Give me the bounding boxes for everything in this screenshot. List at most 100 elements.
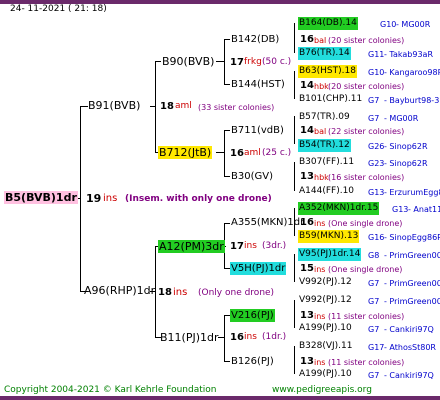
gen4-line: G8 [368,251,380,260]
gen2-a-num: 17 [230,57,244,68]
gen3-a-name[interactable]: B142(DB) [231,33,279,46]
inst-num: 19 [86,192,102,205]
line-gen3-a [224,39,225,85]
gen4-name[interactable]: B54(TR).12 [298,139,351,152]
line-to-b126 [224,361,230,362]
line-to-b711 [224,130,230,131]
gen4-origin: - ErzurumEgg8 [384,188,440,197]
line-sire-link [80,106,88,107]
gen4-line: G7 [368,325,380,334]
footer-url[interactable]: www.pedigreeapis.org [272,384,372,397]
footer-copyright: Copyright 2004-2021 © Karl Kehrle Founda… [4,385,217,395]
dam-info: (Only one drone) [198,288,275,298]
gen4-origin: - MG00R [396,20,431,29]
gen4-name[interactable]: V992(PJ).12 [298,276,353,289]
gen3-d-code: hbk [314,173,329,182]
gen4-line: G7 [368,279,380,288]
gen2-a-code: frkg [244,57,262,67]
gen4-name[interactable]: A144(FF).10 [298,185,355,198]
gen4-line: G7 [368,114,380,123]
gen4-line: G10 [368,68,385,77]
gen4-origin: - Takab93aR [384,50,434,59]
gen4-name[interactable]: B164(DB).14 [298,17,358,30]
gen3-e-name[interactable]: A355(MKN)1dr [231,216,304,229]
gen3-d-name[interactable]: B30(GV) [231,170,273,183]
gen3-b-name[interactable]: B144(HST) [231,78,285,91]
gen4-name[interactable]: B63(HST).18 [298,65,357,78]
dam-name[interactable]: A96(RHP)1dr [84,284,155,297]
gen4-origin: - Bayburt98-3 [384,96,440,105]
gen3-e-info: (One single drone) [328,219,403,228]
root-queen[interactable]: B5(BVB)1dr [4,191,78,204]
gen4-name[interactable]: B328(VJ).11 [298,340,354,353]
gen3-e-num: 16 [300,217,314,228]
gen4-origin: - AthosSt80R [384,343,436,352]
gen3-h-num: 13 [300,356,314,367]
gen4-name[interactable]: B101(CHP).11 [298,93,363,106]
gen4-line: G11 [368,50,385,59]
gen2-c-code: ins [244,241,257,251]
gen4-origin: - PrimGreen00 [384,279,440,288]
gen3-a-info: (20 sister colonies) [328,36,405,45]
gen3-g-name[interactable]: V216(PJ) [230,309,275,322]
gen4-origin: - SinopEgg86R [384,233,440,242]
gen4-name[interactable]: A199(PJ).10 [298,322,353,335]
gen2-c-num: 17 [230,241,244,252]
sire-code: aml [175,101,192,111]
line-b90-link [216,61,225,62]
gen4-line: G16 [368,233,385,242]
line-g4-6 [294,254,295,282]
inst-code: ins [103,193,118,204]
gen2-a-name[interactable]: B90(BVB) [162,55,214,68]
gen2-b-name[interactable]: B712(JtB) [158,146,213,159]
gen3-c-info: (22 sister colonies) [328,127,405,136]
gen4-line: G23 [368,159,385,168]
gen3-h-name[interactable]: B126(PJ) [231,355,274,368]
gen3-b-info: (20 sister colonies) [328,82,405,91]
line-gen3-d [224,315,225,361]
gen4-name[interactable]: A352(MKN)1dr.15 [298,202,380,215]
gen2-d-code: ins [244,332,257,342]
gen3-f-name[interactable]: V5H(PJ)1dr [230,262,287,275]
line-g4-4 [294,162,295,191]
gen4-name[interactable]: B76(TR).14 [298,47,351,60]
line-to-b142 [224,39,230,40]
gen3-c-code: bal [314,127,327,136]
line-g4-8 [294,346,295,374]
gen3-e-code: ins [314,219,326,228]
line-to-b90 [155,61,161,62]
inst-info: (Insem. with only one drone) [125,194,272,204]
sire-name[interactable]: B91(BVB) [88,99,140,112]
gen4-name[interactable]: A199(PJ).10 [298,368,353,381]
gen2-b-num: 16 [230,148,244,159]
gen4-origin: - Cankiri97Q [384,325,434,334]
gen4-origin: - PrimGreen00 [384,297,440,306]
gen4-name[interactable]: B57(TR).09 [298,111,351,124]
gen3-c-num: 14 [300,125,314,136]
line-g4-1 [294,23,295,53]
gen3-d-num: 13 [300,171,314,182]
gen2-d-info: (1dr.) [262,332,287,342]
gen4-origin: - MG00R [384,114,419,123]
gen4-line: G17 [368,343,385,352]
gen2-b-code: aml [244,148,261,158]
line-b712-link [216,152,225,153]
gen3-g-num: 13 [300,310,314,321]
gen4-name[interactable]: B59(MKN).13 [298,230,360,243]
gen2-d-name[interactable]: B11(PJ)1dr [160,331,219,344]
gen2-d-num: 16 [230,332,244,343]
gen4-name[interactable]: V992(PJ).12 [298,294,353,307]
gen4-name[interactable]: V95(PJ)1dr.14 [298,248,362,261]
gen3-c-name[interactable]: B711(vdB) [231,124,284,137]
line-to-a355 [224,223,230,224]
line-g4-3 [294,116,295,144]
gen4-line: G26 [368,142,385,151]
gen4-line: G13 [368,188,385,197]
dam-num: 18 [158,287,172,298]
gen2-a-info: (50 c.) [262,57,292,67]
gen4-name[interactable]: B307(FF).11 [298,156,355,169]
gen2-c-info: (3dr.) [262,241,287,251]
gen2-c-name[interactable]: A12(PM)3dr [158,240,225,253]
gen3-d-info: (16 sister colonies) [328,173,405,182]
gen4-origin: - PrimGreen00 [384,251,440,260]
